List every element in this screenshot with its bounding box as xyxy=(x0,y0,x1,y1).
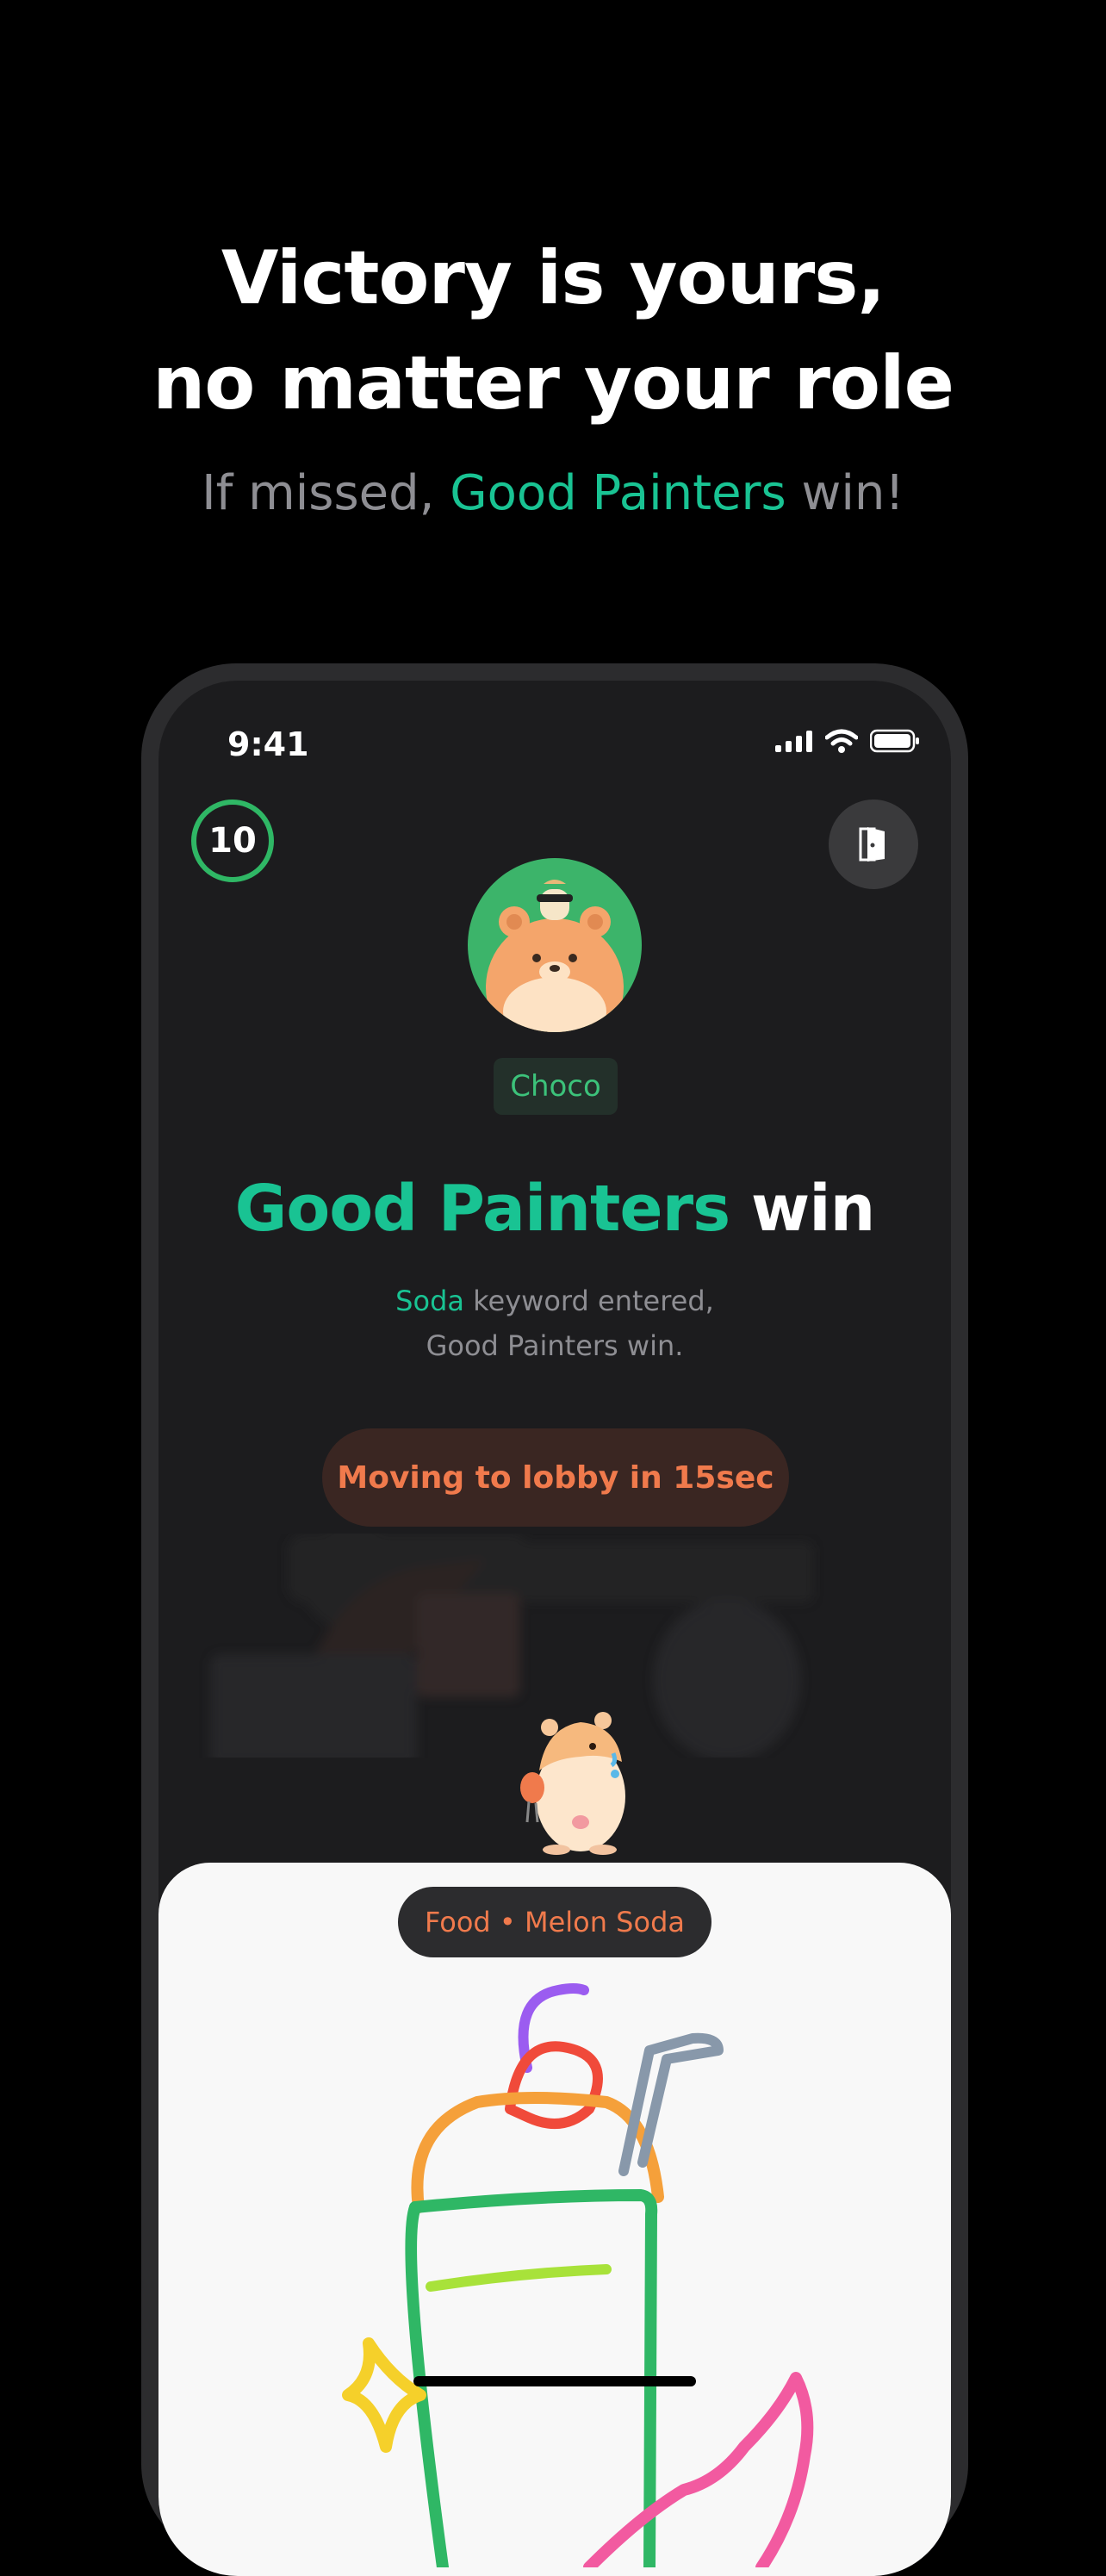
player-avatar xyxy=(468,858,642,1032)
result-title-rest: win xyxy=(730,1172,875,1246)
player-name-tag: Choco xyxy=(494,1058,618,1115)
subline-prefix: If missed, xyxy=(202,465,450,521)
signal-icon xyxy=(775,731,812,752)
headline-line-1: Victory is yours, xyxy=(221,235,885,321)
wifi-icon xyxy=(825,729,858,753)
game-screen: 9:41 10 Choco Good Painters win Soda key… xyxy=(158,681,951,2576)
result-title: Good Painters win xyxy=(158,1172,951,1246)
hamster-character xyxy=(520,1712,625,1855)
desc-line-2: Good Painters win. xyxy=(426,1329,684,1362)
door-exit-icon xyxy=(859,827,885,862)
desc-line-1: keyword entered, xyxy=(463,1285,714,1317)
keyword-highlight: Soda xyxy=(395,1285,464,1317)
subline-suffix: win! xyxy=(786,465,904,521)
result-title-accent: Good Painters xyxy=(234,1172,730,1246)
promo-headline: Victory is yours, no matter your role xyxy=(0,226,1106,436)
countdown-timer: 10 xyxy=(191,800,274,882)
lobby-countdown-button[interactable]: Moving to lobby in 15sec xyxy=(322,1428,789,1527)
subline-accent: Good Painters xyxy=(450,465,786,521)
battery-icon xyxy=(870,729,919,753)
promo-subline: If missed, Good Painters win! xyxy=(0,465,1106,521)
topic-chip: Food • Melon Soda xyxy=(398,1887,711,1957)
exit-button[interactable] xyxy=(829,800,918,889)
status-time: 9:41 xyxy=(227,725,309,763)
phone-frame: 9:41 10 Choco Good Painters win Soda key… xyxy=(141,663,968,2576)
result-description: Soda keyword entered, Good Painters win. xyxy=(158,1279,951,1368)
melon-soda-drawing xyxy=(342,1983,814,2567)
status-icons xyxy=(775,729,920,753)
home-indicator xyxy=(413,2376,696,2386)
bear-avatar-icon xyxy=(486,880,624,1032)
headline-line-2: no matter your role xyxy=(152,340,954,426)
